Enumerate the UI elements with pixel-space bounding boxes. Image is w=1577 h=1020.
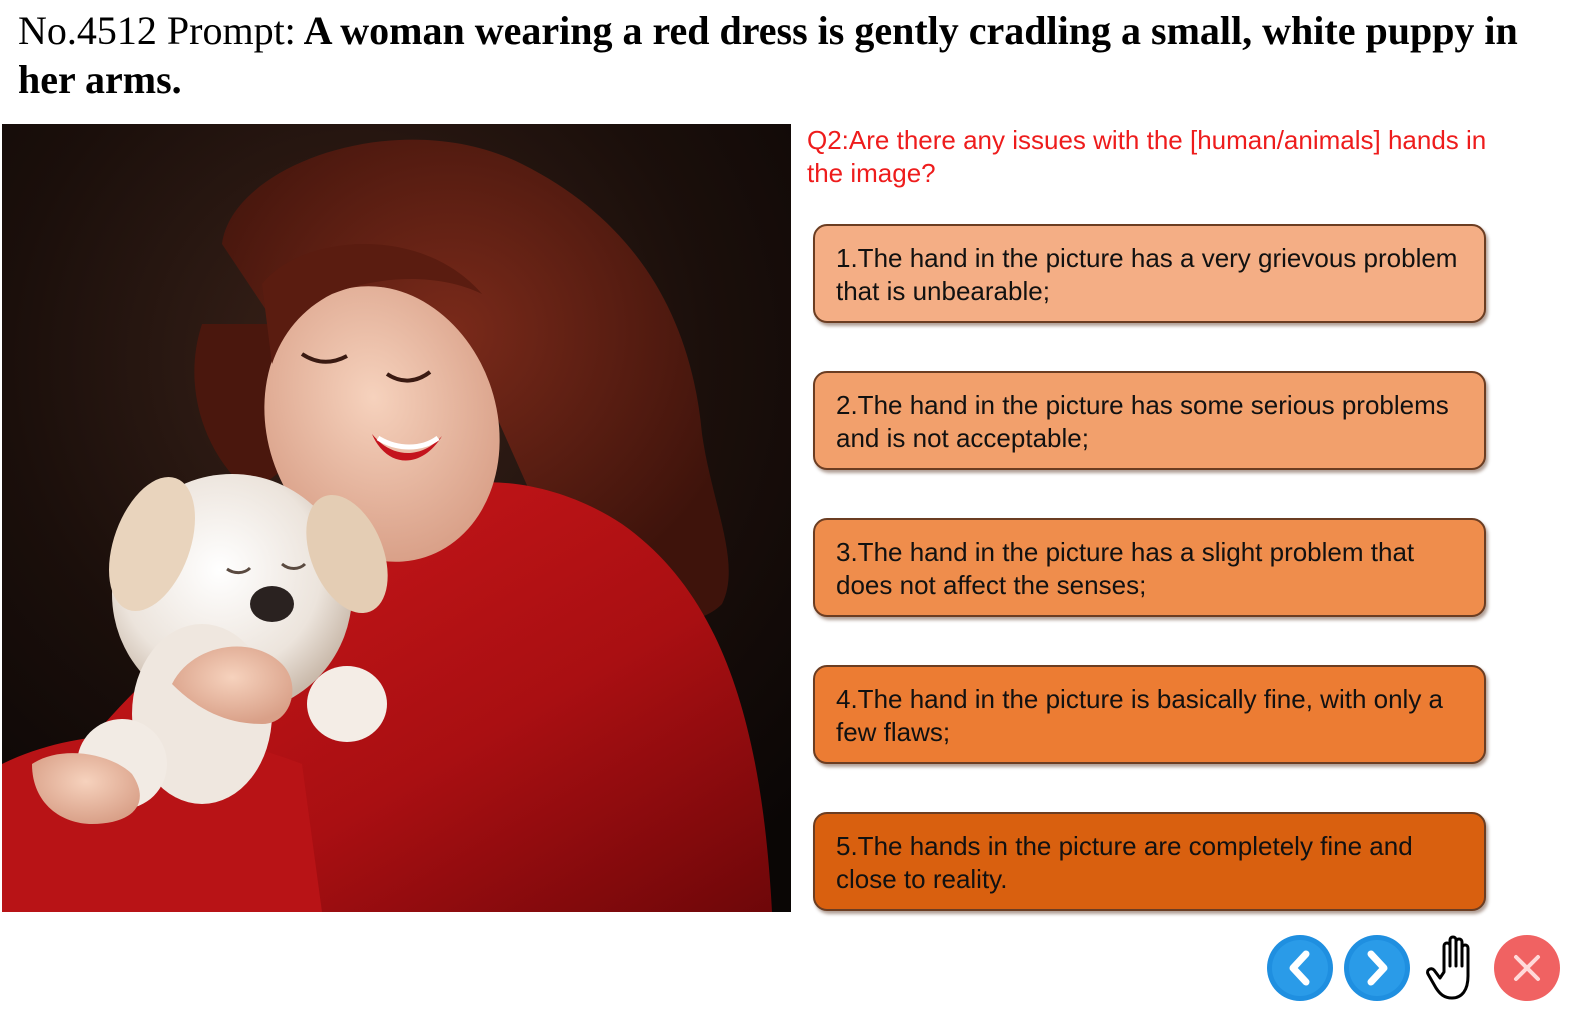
chevron-right-icon bbox=[1344, 935, 1410, 1001]
next-button[interactable] bbox=[1343, 934, 1411, 1002]
hand-tool-button[interactable] bbox=[1424, 932, 1488, 1002]
generated-image bbox=[2, 124, 791, 912]
previous-button[interactable] bbox=[1266, 934, 1334, 1002]
answer-option-1[interactable]: 1.The hand in the picture has a very gri… bbox=[813, 224, 1486, 323]
close-button[interactable] bbox=[1493, 934, 1561, 1002]
hand-icon bbox=[1426, 935, 1470, 1000]
answer-option-5[interactable]: 5.The hands in the picture are completel… bbox=[813, 812, 1486, 911]
prompt-number: No.4512 Prompt: bbox=[18, 8, 296, 53]
answer-option-4[interactable]: 4.The hand in the picture is basically f… bbox=[813, 665, 1486, 764]
chevron-left-icon bbox=[1267, 935, 1333, 1001]
answer-option-3[interactable]: 3.The hand in the picture has a slight p… bbox=[813, 518, 1486, 617]
page-title: No.4512 Prompt: A woman wearing a red dr… bbox=[18, 6, 1558, 104]
close-icon bbox=[1494, 935, 1560, 1001]
navigation-controls bbox=[1266, 932, 1566, 1004]
question-text: Q2:Are there any issues with the [human/… bbox=[807, 125, 1487, 188]
answer-option-2[interactable]: 2.The hand in the picture has some serio… bbox=[813, 371, 1486, 470]
